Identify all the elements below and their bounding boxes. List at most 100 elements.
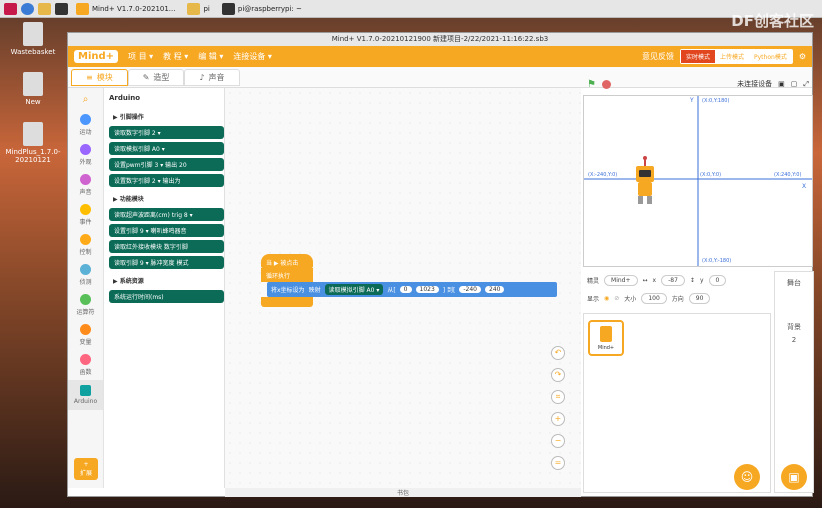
map-to-high[interactable]: 240 <box>485 286 505 293</box>
feedback-button[interactable]: 意见反馈 <box>642 51 674 62</box>
category-motion[interactable]: 运动 <box>68 110 103 140</box>
x-arrow-icon: ↔ <box>642 276 648 284</box>
tab-blocks[interactable]: ≡ 模块 <box>71 68 128 86</box>
mode-switch: 实时模式 上传模式 Python模式 <box>679 49 793 64</box>
block-set-digital[interactable]: 设置数字引脚 2 ▾ 输出为 <box>109 174 224 187</box>
category-arduino[interactable]: Arduino <box>68 380 103 410</box>
desktop-mindplus[interactable]: MindPlus_1.7.0-20210121 <box>0 122 66 164</box>
trash-icon <box>23 22 43 46</box>
sprite-thumb[interactable]: Mind+ <box>588 320 624 356</box>
mode-python[interactable]: Python模式 <box>749 50 792 63</box>
category-control[interactable]: 控制 <box>68 230 103 260</box>
block-read-digital[interactable]: 读取数字引脚 2 ▾ <box>109 126 224 139</box>
block-run-time[interactable]: 系统运行时间(ms) <box>109 290 224 303</box>
sprite-list: Mind+ ☺ <box>583 313 771 493</box>
archive-icon <box>23 122 43 146</box>
axis-y-label: Y <box>689 97 694 104</box>
taskbar: Mind+ V1.7.0-202101... pi pi@raspberrypi… <box>0 0 822 18</box>
map-from-high[interactable]: 1023 <box>415 286 439 293</box>
category-operators[interactable]: 运算符 <box>68 290 103 320</box>
terminal-icon[interactable] <box>55 2 68 15</box>
add-extension-button[interactable]: + 扩展 <box>74 458 98 480</box>
taskbar-window-terminal[interactable]: pi@raspberrypi: ~ <box>218 2 306 16</box>
add-sprite-button[interactable]: ☺ <box>734 464 760 490</box>
chip-icon <box>80 385 91 396</box>
settings-gear-icon[interactable]: ⚙ <box>799 52 806 61</box>
block-read-analog[interactable]: 读取模拟引脚 A0 ▾ <box>109 142 224 155</box>
zoom-out-icon[interactable]: − <box>551 434 565 448</box>
set-x-block[interactable]: 将x坐标设为 映射 读取模拟引脚 A0 ▾ 从[ 0 1023 ] 到[ -24… <box>267 282 557 297</box>
taskbar-window-folder[interactable]: pi <box>183 2 213 16</box>
y-arrow-icon: ↕ <box>689 276 695 284</box>
section-system: ▶ 系统资源 <box>113 278 144 285</box>
forever-block-end <box>261 297 313 307</box>
category-dot <box>80 354 91 365</box>
show-eye-icon[interactable]: ◉ <box>604 295 609 302</box>
stage-panel[interactable]: 舞台 背景 2 ▣ <box>774 271 814 493</box>
stage-header: ⚑ 未连接设备 ▣ ▢ ⤢ <box>583 75 813 93</box>
menu-edit[interactable]: 编 辑 ▾ <box>198 51 223 62</box>
speaker-icon: ♪ <box>199 72 205 82</box>
mode-upload[interactable]: 上传模式 <box>715 50 750 63</box>
search-icon[interactable]: ⌕ <box>68 88 103 110</box>
layout-small-icon[interactable]: ▣ <box>778 80 785 88</box>
hide-eye-icon[interactable]: ⊘ <box>614 295 619 302</box>
read-analog-reporter[interactable]: 读取模拟引脚 A0 ▾ <box>324 284 384 295</box>
script-workspace[interactable]: 当 ▶ 被点击 循环执行 将x坐标设为 映射 读取模拟引脚 A0 ▾ 从[ 0 … <box>225 88 581 488</box>
category-dot <box>80 234 91 245</box>
section-pins: ▶ 引脚操作 <box>113 114 144 121</box>
green-flag-icon[interactable]: ⚑ <box>587 79 596 90</box>
category-dot <box>80 204 91 215</box>
undo-icon[interactable]: ↶ <box>551 346 565 360</box>
add-backdrop-button[interactable]: ▣ <box>781 464 807 490</box>
backpack-bar[interactable]: 书包 <box>225 488 581 497</box>
browser-icon[interactable] <box>21 2 34 15</box>
sprite-direction-input[interactable]: 90 <box>688 292 711 304</box>
block-pulse-width[interactable]: 读取引脚 9 ▾ 脉冲宽度 模式 <box>109 256 224 269</box>
mindplus-robot-sprite[interactable] <box>636 156 654 204</box>
menu-connect[interactable]: 连接设备 ▾ <box>233 51 272 62</box>
sprite-name-input[interactable]: Mind+ <box>604 274 638 286</box>
stage-canvas[interactable]: (X:-240,Y:0) (X:0,Y:0) (X:240,Y:0) (X:0,… <box>583 95 813 267</box>
zoom-in-icon[interactable]: + <box>551 412 565 426</box>
category-sound[interactable]: 声音 <box>68 170 103 200</box>
block-ir-receive[interactable]: 读取红外接收模块 数字引脚 <box>109 240 224 253</box>
taskbar-window-mind[interactable]: Mind+ V1.7.0-202101... <box>72 2 179 16</box>
category-events[interactable]: 事件 <box>68 200 103 230</box>
category-dot <box>80 324 91 335</box>
tab-sounds[interactable]: ♪ 声音 <box>184 68 240 86</box>
menu-project[interactable]: 项 目 ▾ <box>128 51 153 62</box>
axis-x-label: X <box>802 183 806 190</box>
sprite-x-input[interactable]: -87 <box>661 274 685 286</box>
sprite-size-input[interactable]: 100 <box>641 292 667 304</box>
category-sensing[interactable]: 侦测 <box>68 260 103 290</box>
category-looks[interactable]: 外观 <box>68 140 103 170</box>
plus-icon: + <box>83 461 89 468</box>
desktop-wastebasket[interactable]: Wastebasket <box>0 22 66 56</box>
folder-icon[interactable] <box>38 2 51 15</box>
category-variables[interactable]: 变量 <box>68 320 103 350</box>
menu-bar: Mind+ 项 目 ▾ 教 程 ▾ 编 辑 ▾ 连接设备 ▾ 意见反馈 实时模式… <box>68 46 812 67</box>
map-to-low[interactable]: -240 <box>459 286 481 293</box>
map-from-low[interactable]: 0 <box>399 286 412 293</box>
tab-costumes[interactable]: ✎ 造型 <box>127 68 185 86</box>
clean-up-icon[interactable]: ⌗ <box>551 390 565 404</box>
raspberry-menu-icon[interactable] <box>4 2 17 15</box>
fullscreen-icon[interactable]: ⤢ <box>803 80 809 89</box>
coord-right: (X:240,Y:0) <box>774 172 801 178</box>
sprite-y-input[interactable]: 0 <box>708 274 727 286</box>
block-ultrasonic[interactable]: 读取超声波距离(cm) trig 8 ▾ <box>109 208 224 221</box>
category-functions[interactable]: 函数 <box>68 350 103 380</box>
zoom-reset-icon[interactable]: = <box>551 456 565 470</box>
desktop-new[interactable]: New <box>0 72 66 106</box>
layout-large-icon[interactable]: ▢ <box>791 80 798 88</box>
mode-live[interactable]: 实时模式 <box>680 50 715 63</box>
forever-block[interactable]: 循环执行 <box>261 268 313 282</box>
when-flag-clicked-block[interactable]: 当 ▶ 被点击 <box>261 254 313 268</box>
mindplus-window: Mind+ V1.7.0-20210121900 新建项目-2/22/2021-… <box>67 32 814 497</box>
redo-icon[interactable]: ↷ <box>551 368 565 382</box>
block-buzzer[interactable]: 设置引脚 9 ▾ 喇叭蜂鸣器音 <box>109 224 224 237</box>
stop-icon[interactable] <box>601 79 611 89</box>
menu-tutorial[interactable]: 教 程 ▾ <box>163 51 188 62</box>
block-set-pwm[interactable]: 设置pwm引脚 3 ▾ 输出 20 <box>109 158 224 171</box>
